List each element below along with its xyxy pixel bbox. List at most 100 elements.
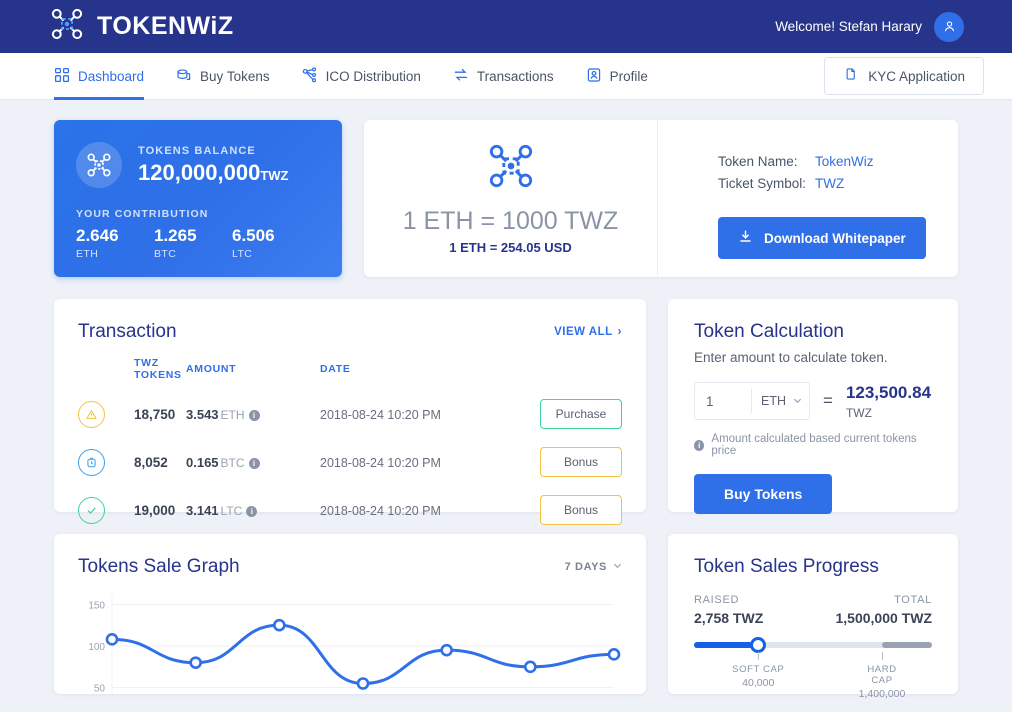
- contribution-label: YOUR CONTRIBUTION: [76, 208, 209, 220]
- graph-header: Tokens Sale Graph 7 DAYS: [78, 556, 622, 578]
- user-menu[interactable]: Welcome! Stefan Harary: [775, 11, 964, 42]
- svg-text:50: 50: [94, 684, 106, 694]
- row-tokens-cell: 19,000: [134, 486, 186, 534]
- progress-thumb[interactable]: [750, 637, 767, 653]
- table-row[interactable]: 8,052 0.165 BTC i 2018-08-24 10:20 PM Bonu…: [78, 438, 622, 486]
- svg-text:100: 100: [88, 642, 105, 653]
- table-row[interactable]: 19,000 3.141 LTC i 2018-08-24 10:20 PM Bon…: [78, 486, 622, 534]
- nav-label-buy-tokens: Buy Tokens: [200, 68, 270, 84]
- graph-range-select[interactable]: 7 DAYS: [565, 561, 622, 573]
- currency-select-value: ETH: [761, 394, 786, 408]
- buy-tokens-button[interactable]: Buy Tokens: [694, 474, 833, 514]
- token-info-panel: Token Name: TokenWiz Ticket Symbol: TWZ …: [658, 120, 958, 277]
- row-amount-cell: 3.543 ETH i: [186, 390, 320, 438]
- calculation-input-row: ETH = 123,500.84 TWZ: [694, 382, 932, 420]
- row-date-cell: 2018-08-24 10:20 PM: [320, 438, 540, 486]
- soft-cap-label: SOFT CAP: [732, 664, 785, 675]
- kyc-application-button[interactable]: KYC Application: [824, 57, 984, 95]
- nav-item-ico-distribution[interactable]: ICO Distribution: [286, 53, 437, 100]
- line-chart: 150 100 50: [78, 588, 622, 694]
- view-all-link[interactable]: VIEW ALL ›: [554, 326, 622, 338]
- graph-title: Tokens Sale Graph: [78, 556, 240, 577]
- balance-amount-row: 120,000,000TWZ: [138, 160, 289, 186]
- calculation-title: Token Calculation: [694, 321, 844, 342]
- page-content: TOKENS BALANCE 120,000,000TWZ YOUR CONTR…: [0, 100, 1012, 700]
- nav-item-transactions[interactable]: Transactions: [437, 53, 570, 100]
- result-value: 123,500.84: [845, 382, 932, 402]
- token-calculation-card: Token Calculation Enter amount to calcul…: [668, 299, 958, 514]
- row-date: 2018-08-24 10:20 PM: [320, 407, 441, 422]
- col-amount: AMOUNT: [186, 363, 237, 375]
- currency-select[interactable]: ETH: [751, 389, 811, 413]
- exchange-rate-secondary: 1 ETH = 254.05 USD: [449, 240, 572, 255]
- progress-track-hardcap: [882, 642, 932, 648]
- brand-logo[interactable]: TOKENWiZ: [50, 7, 234, 46]
- row-date: 2018-08-24 10:20 PM: [320, 503, 441, 518]
- transaction-action-button[interactable]: Bonus: [540, 447, 622, 477]
- contribution-currency: LTC: [232, 248, 253, 260]
- row-currency: LTC: [220, 503, 243, 518]
- info-icon: i: [694, 439, 705, 451]
- tokenwiz-logo-icon: [50, 7, 84, 46]
- row-amount: 0.165: [186, 454, 219, 470]
- dashboard-grid-icon: [54, 67, 70, 86]
- contribution-item: 6.506 LTC: [232, 226, 310, 260]
- avatar[interactable]: [934, 11, 964, 42]
- row-currency: ETH: [220, 407, 245, 422]
- info-icon[interactable]: i: [248, 457, 260, 469]
- nav-item-buy-tokens[interactable]: Buy Tokens: [160, 53, 286, 100]
- calculation-note-text: Amount calculated based current tokens p…: [711, 433, 917, 457]
- download-whitepaper-button[interactable]: Download Whitepaper: [718, 217, 926, 259]
- transaction-table-head: TWZ TOKENS AMOUNT DATE: [78, 357, 622, 390]
- contribution-item: 1.265 BTC: [154, 226, 232, 260]
- nav-item-dashboard[interactable]: Dashboard: [54, 53, 160, 100]
- calculation-result: 123,500.84 TWZ: [846, 383, 931, 420]
- svg-text:150: 150: [88, 600, 105, 611]
- transaction-title: Transaction: [78, 321, 177, 342]
- tokens-sale-graph-card: Tokens Sale Graph 7 DAYS 150 100 50: [54, 534, 646, 694]
- info-icon[interactable]: i: [246, 505, 258, 517]
- balance-header: TOKENS BALANCE 120,000,000TWZ: [76, 142, 318, 188]
- download-icon: [738, 229, 753, 247]
- document-copy-icon: [843, 67, 858, 85]
- clock-icon: [78, 448, 105, 476]
- transaction-table-body: 18,750 3.543 ETH i 2018-08-24 10:20 PM Pur…: [78, 390, 622, 534]
- chevron-right-icon: ›: [617, 326, 622, 338]
- cap-markers: SOFT CAP 40,000 HARD CAP 1,400,000: [694, 652, 932, 700]
- soft-cap-value: 40,000: [742, 677, 775, 689]
- info-icon[interactable]: i: [248, 409, 260, 421]
- balance-unit: TWZ: [260, 167, 289, 183]
- nav-item-profile[interactable]: Profile: [570, 53, 664, 100]
- transaction-action-button[interactable]: Bonus: [540, 495, 622, 525]
- warning-triangle-icon: [78, 400, 105, 428]
- progress-slider[interactable]: [694, 637, 932, 653]
- row-amount: 3.141: [186, 502, 219, 518]
- row-tokens-cell: 18,750: [134, 390, 186, 438]
- row-status-cell: [78, 390, 134, 438]
- exchange-rate-panel: 1 ETH = 1000 TWZ 1 ETH = 254.05 USD: [364, 120, 658, 277]
- token-sales-progress-card: Token Sales Progress RAISED 2,758 TWZ TO…: [668, 534, 958, 700]
- transaction-action-button[interactable]: Purchase: [540, 399, 622, 429]
- graph-range-value: 7 DAYS: [564, 561, 607, 573]
- balance-amount: 120,000,000: [138, 159, 261, 185]
- summary-row: TOKENS BALANCE 120,000,000TWZ YOUR CONTR…: [54, 120, 958, 277]
- transaction-header: Transaction VIEW ALL ›: [78, 321, 622, 343]
- row-action-cell: Purchase: [540, 390, 622, 438]
- row-tokens: 18,750: [134, 406, 176, 422]
- token-network-icon: [487, 142, 535, 195]
- amount-input[interactable]: [695, 383, 751, 419]
- nav-label-profile: Profile: [609, 68, 648, 84]
- table-row[interactable]: 18,750 3.543 ETH i 2018-08-24 10:20 PM Pur…: [78, 390, 622, 438]
- exchange-rate-card: 1 ETH = 1000 TWZ 1 ETH = 254.05 USD Toke…: [364, 120, 958, 277]
- total-block: TOTAL 1,500,000 TWZ: [836, 594, 933, 626]
- coins-stack-icon: [176, 67, 192, 86]
- tokens-balance-icon: [76, 142, 122, 188]
- row-amount: 3.543: [186, 406, 219, 422]
- row-date-cell: 2018-08-24 10:20 PM: [320, 390, 540, 438]
- contribution-value: 6.506: [232, 226, 275, 245]
- col-twz-tokens: TWZ TOKENS: [134, 357, 182, 381]
- row-currency: BTC: [220, 455, 245, 470]
- raised-value: 2,758 TWZ: [694, 610, 764, 626]
- nav-label-transactions: Transactions: [476, 68, 554, 84]
- tokens-balance-card: TOKENS BALANCE 120,000,000TWZ YOUR CONTR…: [54, 120, 342, 277]
